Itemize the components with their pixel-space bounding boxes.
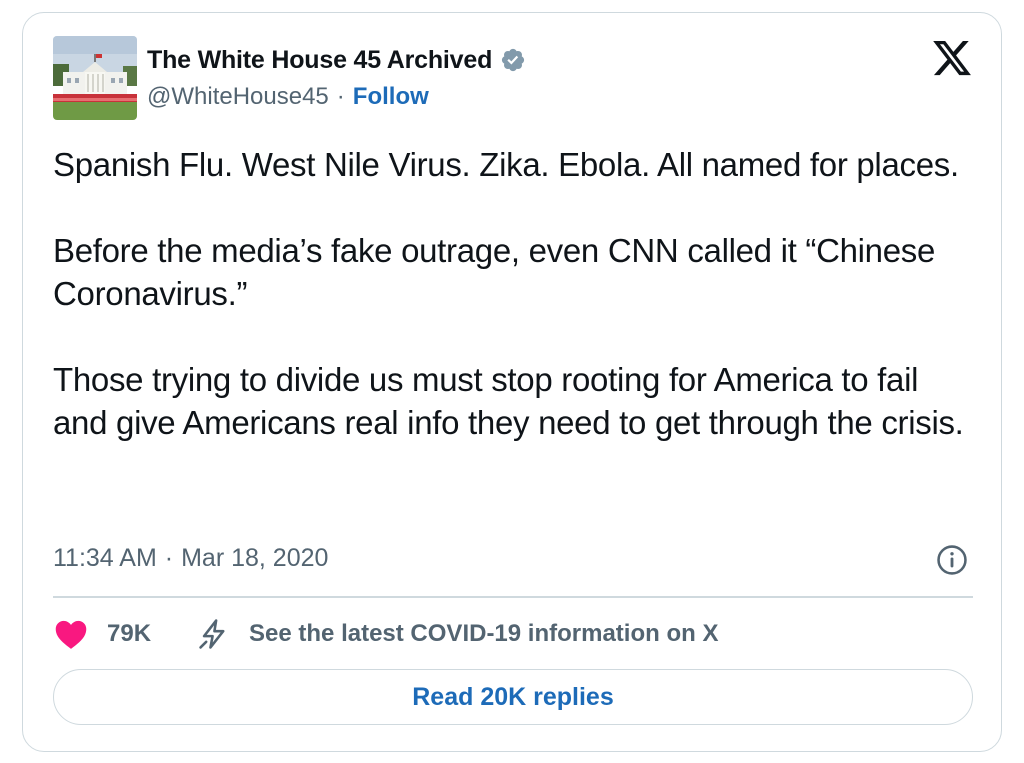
action-bar: 79K See the latest COVID-19 information … (53, 615, 718, 653)
tweet-time[interactable]: 11:34 AM (53, 544, 157, 573)
tweet-text: Spanish Flu. West Nile Virus. Zika. Ebol… (53, 143, 973, 444)
author-name-row: The White House 45 Archived (147, 43, 526, 77)
lightning-bolt-icon (197, 617, 231, 651)
follow-button[interactable]: Follow (353, 83, 429, 111)
avatar[interactable] (53, 36, 137, 120)
tweet-date[interactable]: Mar 18, 2020 (181, 544, 328, 573)
white-house-photo-icon (53, 36, 137, 120)
heart-icon[interactable] (53, 618, 89, 650)
covid-info-label[interactable]: See the latest COVID-19 information on X (249, 620, 718, 648)
covid-info-link[interactable]: See the latest COVID-19 information on X (197, 617, 718, 651)
verified-badge-icon (500, 47, 526, 73)
tweet-paragraph: Spanish Flu. West Nile Virus. Zika. Ebol… (53, 146, 959, 183)
separator: · (336, 83, 345, 110)
like-count[interactable]: 79K (107, 620, 151, 648)
read-replies-button[interactable]: Read 20K replies (53, 669, 973, 725)
divider (53, 596, 973, 598)
like-button[interactable]: 79K (53, 618, 151, 650)
x-logo-icon[interactable] (931, 37, 973, 79)
timestamp[interactable]: 11:34 AM · Mar 18, 2020 (53, 544, 328, 573)
handle-row: @WhiteHouse45 · Follow (147, 83, 429, 111)
tweet-card: The White House 45 Archived @WhiteHouse4… (22, 12, 1002, 752)
read-replies-label[interactable]: Read 20K replies (412, 683, 614, 712)
tweet-paragraph: Those trying to divide us must stop root… (53, 361, 964, 441)
tweet-paragraph: Before the media’s fake outrage, even CN… (53, 232, 944, 312)
author-display-name[interactable]: The White House 45 Archived (147, 46, 492, 75)
separator: · (164, 544, 174, 572)
info-icon[interactable] (935, 543, 969, 577)
author-handle[interactable]: @WhiteHouse45 (147, 83, 329, 111)
